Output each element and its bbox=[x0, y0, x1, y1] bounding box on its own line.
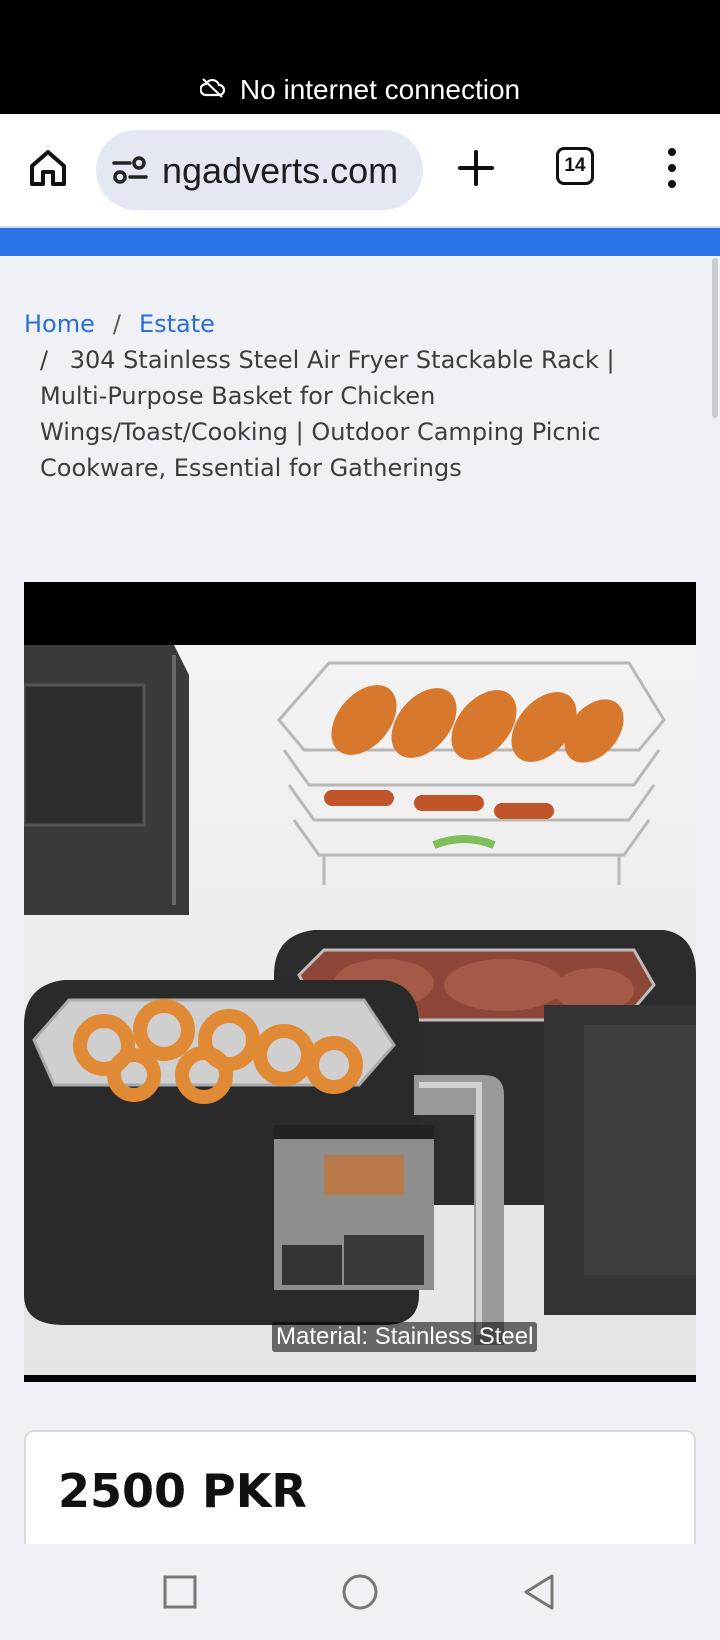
breadcrumb-current-title: 304 Stainless Steel Air Fryer Stackable … bbox=[40, 346, 615, 482]
recents-icon[interactable] bbox=[160, 1572, 200, 1612]
connection-status: No internet connection bbox=[0, 74, 720, 106]
breadcrumb: Home / Estate / 304 Stainless Steel Air … bbox=[24, 306, 684, 486]
address-bar[interactable]: ngadverts.com bbox=[96, 130, 423, 210]
new-tab-icon[interactable] bbox=[456, 148, 496, 188]
connection-status-text: No internet connection bbox=[239, 74, 521, 105]
site-settings-icon[interactable] bbox=[112, 155, 148, 185]
more-menu-icon[interactable] bbox=[660, 148, 684, 188]
product-image[interactable]: Material: Stainless Steel bbox=[24, 582, 696, 1382]
product-price: 2500 PKR bbox=[58, 1464, 307, 1518]
page-load-progress bbox=[0, 228, 720, 256]
image-caption: Material: Stainless Steel bbox=[272, 1322, 538, 1352]
tab-count: 14 bbox=[564, 155, 586, 176]
url-text: ngadverts.com bbox=[162, 150, 399, 191]
home-circle-icon[interactable] bbox=[340, 1572, 380, 1612]
breadcrumb-home-link[interactable]: Home bbox=[24, 306, 95, 342]
breadcrumb-separator: / bbox=[112, 310, 121, 338]
status-bar: No internet connection bbox=[0, 0, 720, 114]
back-icon[interactable] bbox=[520, 1572, 560, 1612]
tab-switcher-button[interactable]: 14 bbox=[556, 147, 594, 185]
breadcrumb-separator: / bbox=[40, 346, 49, 374]
browser-toolbar: ngadverts.com 14 bbox=[0, 114, 720, 228]
breadcrumb-current: / 304 Stainless Steel Air Fryer Stackabl… bbox=[24, 342, 684, 486]
cloud-off-icon bbox=[199, 74, 226, 106]
system-nav-bar bbox=[0, 1544, 720, 1640]
breadcrumb-category-link[interactable]: Estate bbox=[139, 306, 215, 342]
scrollbar[interactable] bbox=[712, 258, 718, 418]
product-photo bbox=[24, 645, 696, 1375]
home-icon[interactable] bbox=[26, 146, 70, 190]
